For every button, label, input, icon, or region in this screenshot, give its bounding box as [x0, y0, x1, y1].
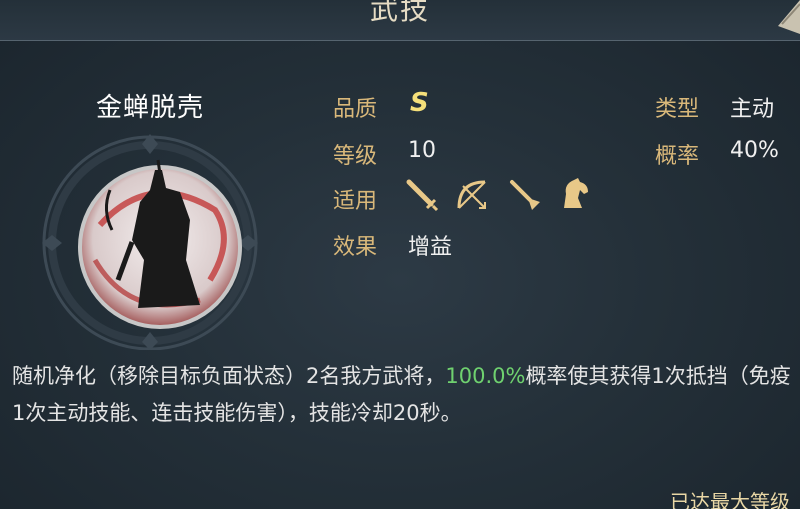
chance-label: 概率	[655, 144, 700, 169]
quality-value: S	[410, 88, 429, 118]
skill-detail-panel: 武技 金蝉脱壳 品质 S 等级 10 适用 效果 增益 类型 主动 概率 40%…	[0, 0, 800, 509]
bow-icon	[457, 180, 486, 209]
quality-label: 品质	[333, 97, 378, 122]
level-label: 等级	[333, 144, 378, 169]
skill-description: 随机净化（移除目标负面状态）2名我方武将，100.0%概率使其获得1次抵挡（免疫…	[12, 358, 792, 432]
max-level-text: 已达最大等级	[670, 490, 790, 509]
chance-value: 40%	[730, 138, 779, 163]
description-highlight: 100.0%	[445, 364, 526, 388]
skill-name: 金蝉脱壳	[95, 93, 204, 123]
level-value: 10	[408, 138, 436, 163]
effect-label: 效果	[333, 235, 378, 260]
horse-icon	[564, 178, 588, 208]
skill-portrait-icon	[42, 134, 258, 351]
panel-title: 武技	[369, 0, 430, 26]
corner-arrow-icon[interactable]	[772, 0, 800, 34]
title-bar: 武技	[0, 0, 800, 41]
type-label: 类型	[655, 97, 700, 122]
applies-label: 适用	[333, 189, 378, 214]
sword-icon	[406, 179, 439, 212]
spear-icon	[510, 180, 540, 210]
effect-value: 增益	[408, 235, 453, 260]
type-value: 主动	[730, 97, 775, 122]
description-text-1: 随机净化（移除目标负面状态）2名我方武将，	[12, 364, 446, 388]
skill-portrait[interactable]	[40, 130, 260, 351]
